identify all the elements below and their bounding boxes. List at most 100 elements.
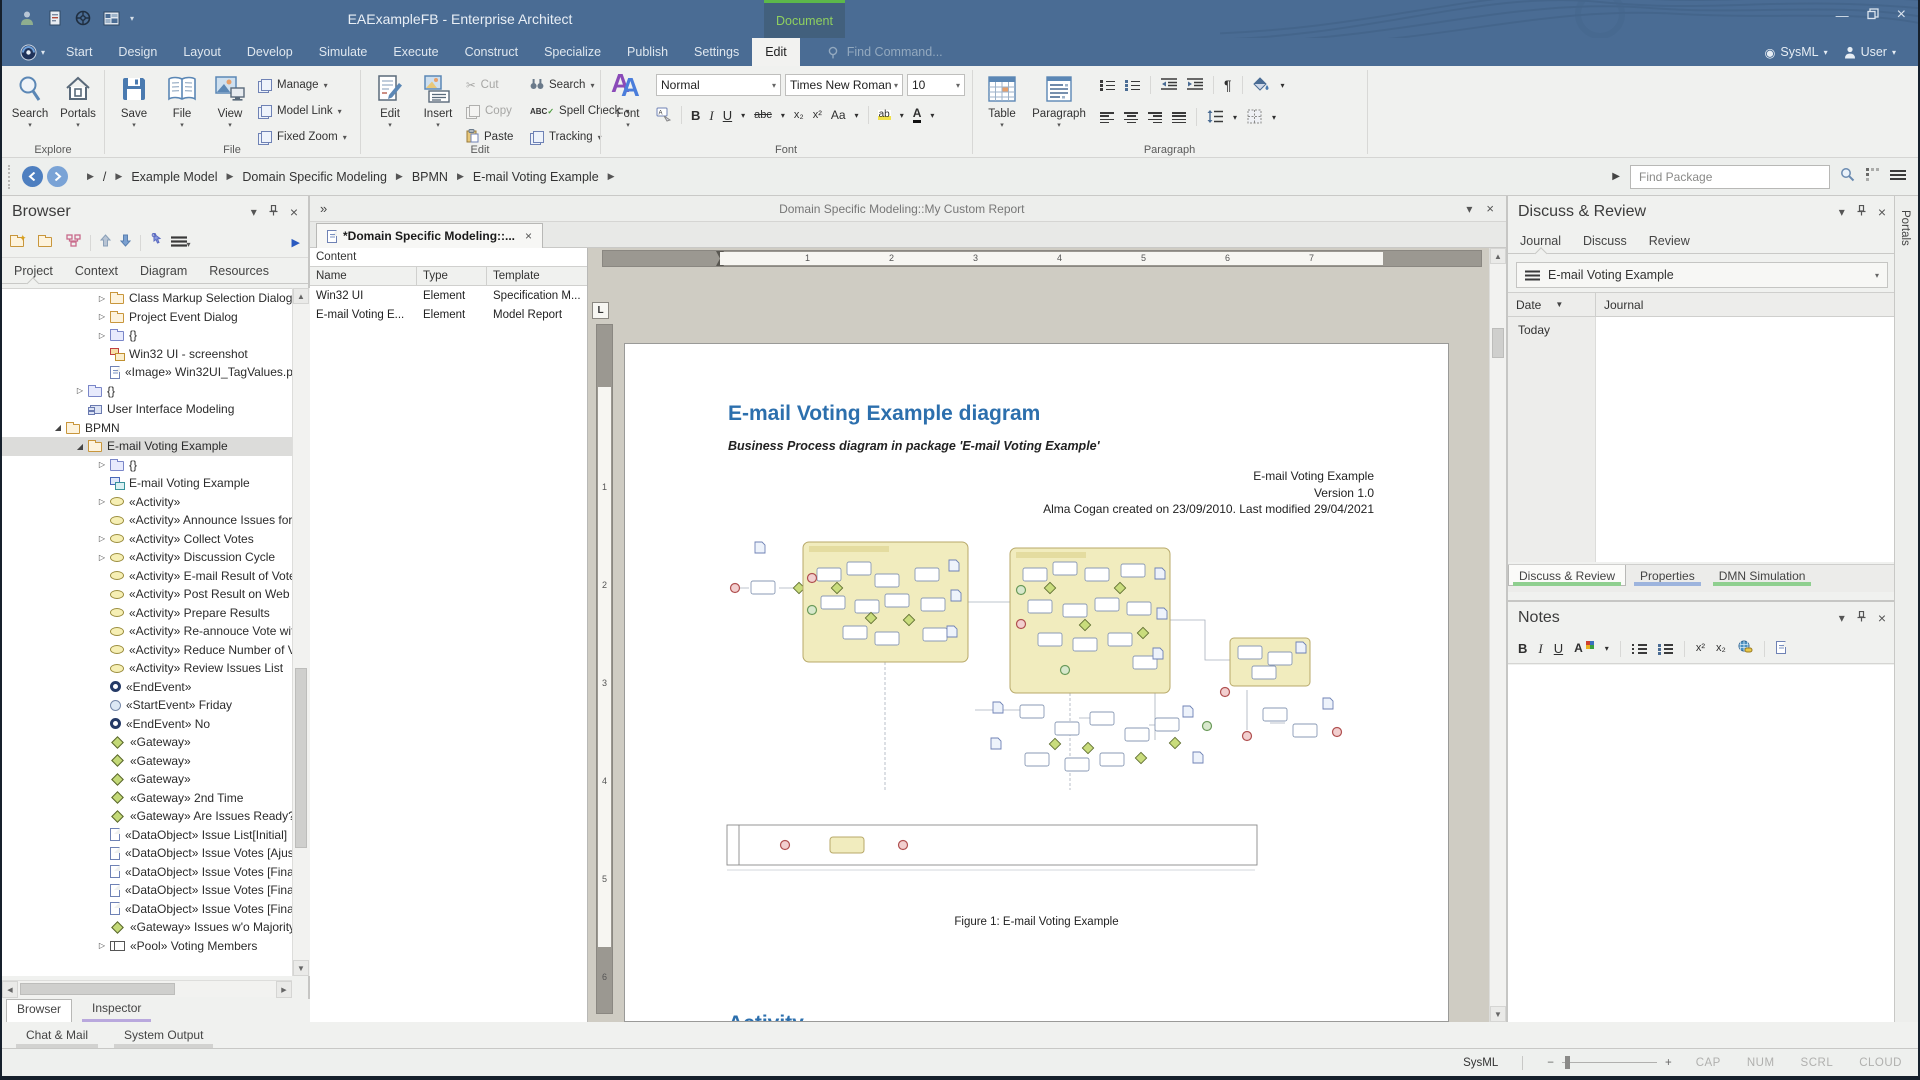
tree-item[interactable]: «Gateway» Issues w'o Majority? xyxy=(2,918,292,937)
expand-arrow-icon[interactable]: ▷ xyxy=(94,312,110,321)
scroll-right-icon[interactable]: ▶ xyxy=(1612,171,1620,182)
highlight-button[interactable]: ab xyxy=(878,110,891,120)
expand-arrow-icon[interactable]: ▷ xyxy=(94,941,110,950)
tree-item[interactable]: ▷Project Event Dialog xyxy=(2,308,292,327)
manage-menu[interactable]: Manage▾ xyxy=(258,74,328,96)
notes-content[interactable] xyxy=(1508,665,1896,1024)
close-icon[interactable]: × xyxy=(1486,201,1494,216)
bullet-list-icon[interactable] xyxy=(1632,643,1647,655)
new-note-document-icon[interactable] xyxy=(1776,641,1786,657)
close-icon[interactable]: × xyxy=(1878,610,1886,626)
tree-item[interactable]: E-mail Voting Example xyxy=(2,474,292,493)
journal-item-selector[interactable]: E-mail Voting Example ▾ xyxy=(1516,262,1888,288)
tree-item[interactable]: «Gateway» Are Issues Ready? xyxy=(2,807,292,826)
italic-button[interactable]: I xyxy=(709,109,713,122)
borders-icon[interactable] xyxy=(1247,109,1262,126)
change-case-button[interactable]: Aa xyxy=(831,109,846,121)
tree-item[interactable]: Win32 UI - screenshot xyxy=(2,345,292,364)
user-quick-icon[interactable] xyxy=(18,8,36,28)
chevron-down-icon[interactable]: ▾ xyxy=(1272,113,1276,122)
hamburger-menu-icon[interactable] xyxy=(1890,168,1906,186)
status-toggle-num[interactable]: NUM xyxy=(1747,1057,1775,1069)
tree-item[interactable]: «DataObject» Issue Votes [Final: xyxy=(2,900,292,919)
tree-item[interactable]: «Activity» Prepare Results xyxy=(2,604,292,623)
restore-button[interactable] xyxy=(1867,8,1879,23)
expand-arrow-icon[interactable]: ▷ xyxy=(94,294,110,303)
nav-back-button[interactable] xyxy=(22,166,43,187)
save-button[interactable]: Save▾ xyxy=(110,70,158,140)
nav-forward-button[interactable] xyxy=(47,166,68,187)
tree-item[interactable]: «Activity» Post Result on Web Si xyxy=(2,585,292,604)
paragraph-style-select[interactable]: Normal▾ xyxy=(656,74,781,96)
document-page[interactable]: E-mail Voting Example diagram Business P… xyxy=(624,343,1449,1022)
copy-button[interactable]: Copy xyxy=(466,100,512,122)
pin-icon[interactable] xyxy=(1857,205,1866,219)
dock-tab-properties[interactable]: Properties xyxy=(1630,565,1705,585)
ribbon-tab-start[interactable]: Start xyxy=(53,38,105,66)
increase-indent-icon[interactable] xyxy=(1187,78,1203,92)
line-spacing-icon[interactable] xyxy=(1207,110,1223,125)
chevron-down-icon[interactable]: ▾ xyxy=(930,111,934,120)
tree-item[interactable]: «Activity» E-mail Result of Vote xyxy=(2,567,292,586)
chevron-down-icon[interactable]: ▾ xyxy=(251,205,257,219)
minimize-button[interactable]: — xyxy=(1836,8,1849,23)
tree-item[interactable]: «Gateway» 2nd Time xyxy=(2,789,292,808)
underline-button[interactable]: U xyxy=(723,109,732,122)
tree-item[interactable]: «Gateway» xyxy=(2,733,292,752)
pilcrow-icon[interactable]: ¶ xyxy=(1224,78,1232,92)
hyperlink-icon[interactable] xyxy=(1737,640,1753,657)
tree-item[interactable]: «Gateway» xyxy=(2,770,292,789)
align-left-icon[interactable] xyxy=(1100,111,1114,123)
document-quick-icon[interactable] xyxy=(46,8,64,28)
file-button[interactable]: File▾ xyxy=(158,70,206,140)
status-toggle-cloud[interactable]: CLOUD xyxy=(1859,1057,1902,1069)
model-link-menu[interactable]: Model Link▾ xyxy=(258,100,342,122)
dock-tab-inspector[interactable]: Inspector xyxy=(82,999,151,1022)
justify-icon[interactable] xyxy=(1172,111,1186,123)
strikethrough-button[interactable]: abc xyxy=(754,110,772,121)
pin-icon[interactable] xyxy=(1857,611,1866,625)
cut-button[interactable]: ✂Cut xyxy=(466,74,499,96)
bold-button[interactable]: B xyxy=(1518,642,1527,655)
journal-date-cell[interactable]: Today xyxy=(1508,317,1596,562)
dock-tab-chat-mail[interactable]: Chat & Mail xyxy=(22,1026,92,1044)
move-down-icon[interactable] xyxy=(120,234,131,252)
user-menu[interactable]: User▾ xyxy=(1844,45,1896,59)
tree-item[interactable]: «Activity» Re-annouce Vote with xyxy=(2,622,292,641)
zoom-slider-thumb[interactable] xyxy=(1565,1056,1570,1069)
expand-arrow-icon[interactable]: ▷ xyxy=(94,460,110,469)
find-package-input[interactable] xyxy=(1630,165,1830,189)
content-table-row[interactable]: Win32 UIElementSpecification M... xyxy=(310,286,587,305)
zoom-slider[interactable]: − + xyxy=(1547,1057,1671,1069)
expand-panel-icon[interactable]: ▶ xyxy=(292,236,300,249)
breadcrumb-item[interactable]: Domain Specific Modeling xyxy=(242,170,387,184)
breadcrumb-item[interactable]: BPMN xyxy=(412,170,448,184)
browser-hamburger-icon[interactable]: ▾ xyxy=(171,234,191,252)
locate-icon[interactable] xyxy=(150,233,162,252)
close-button[interactable]: × xyxy=(1897,6,1906,24)
tree-item[interactable]: ▷«Activity» xyxy=(2,493,292,512)
decrease-indent-icon[interactable] xyxy=(1161,78,1177,92)
browser-tab-project[interactable]: Project xyxy=(14,264,53,278)
dock-tab-discuss-review[interactable]: Discuss & Review xyxy=(1508,565,1626,586)
superscript-button[interactable]: x² xyxy=(1696,643,1705,654)
chevron-down-icon[interactable]: ▾ xyxy=(1605,644,1609,653)
ribbon-tab-execute[interactable]: Execute xyxy=(380,38,451,66)
status-toggle-cap[interactable]: CAP xyxy=(1696,1057,1721,1069)
close-icon[interactable]: × xyxy=(1878,204,1886,220)
tree-item[interactable]: ▷{} xyxy=(2,382,292,401)
close-icon[interactable]: × xyxy=(290,204,298,220)
new-package-icon[interactable]: ✦ xyxy=(10,234,37,252)
pin-icon[interactable] xyxy=(269,205,278,219)
tree-item[interactable]: ▷Class Markup Selection Dialog xyxy=(2,289,292,308)
tree-item[interactable]: ▷{} xyxy=(2,456,292,475)
chevron-down-icon[interactable]: ▾ xyxy=(781,111,785,120)
zoom-out-icon[interactable]: − xyxy=(1547,1057,1554,1069)
subscript-button[interactable]: x₂ xyxy=(1716,643,1726,654)
table-button[interactable]: Table▾ xyxy=(978,70,1026,140)
insert-button[interactable]: Insert▾ xyxy=(414,70,462,140)
edit-button[interactable]: Edit▾ xyxy=(366,70,414,140)
breadcrumb-item[interactable]: Example Model xyxy=(131,170,217,184)
tree-item[interactable]: ▷{} xyxy=(2,326,292,345)
ea-logo-icon[interactable]: ▾ xyxy=(20,41,45,63)
